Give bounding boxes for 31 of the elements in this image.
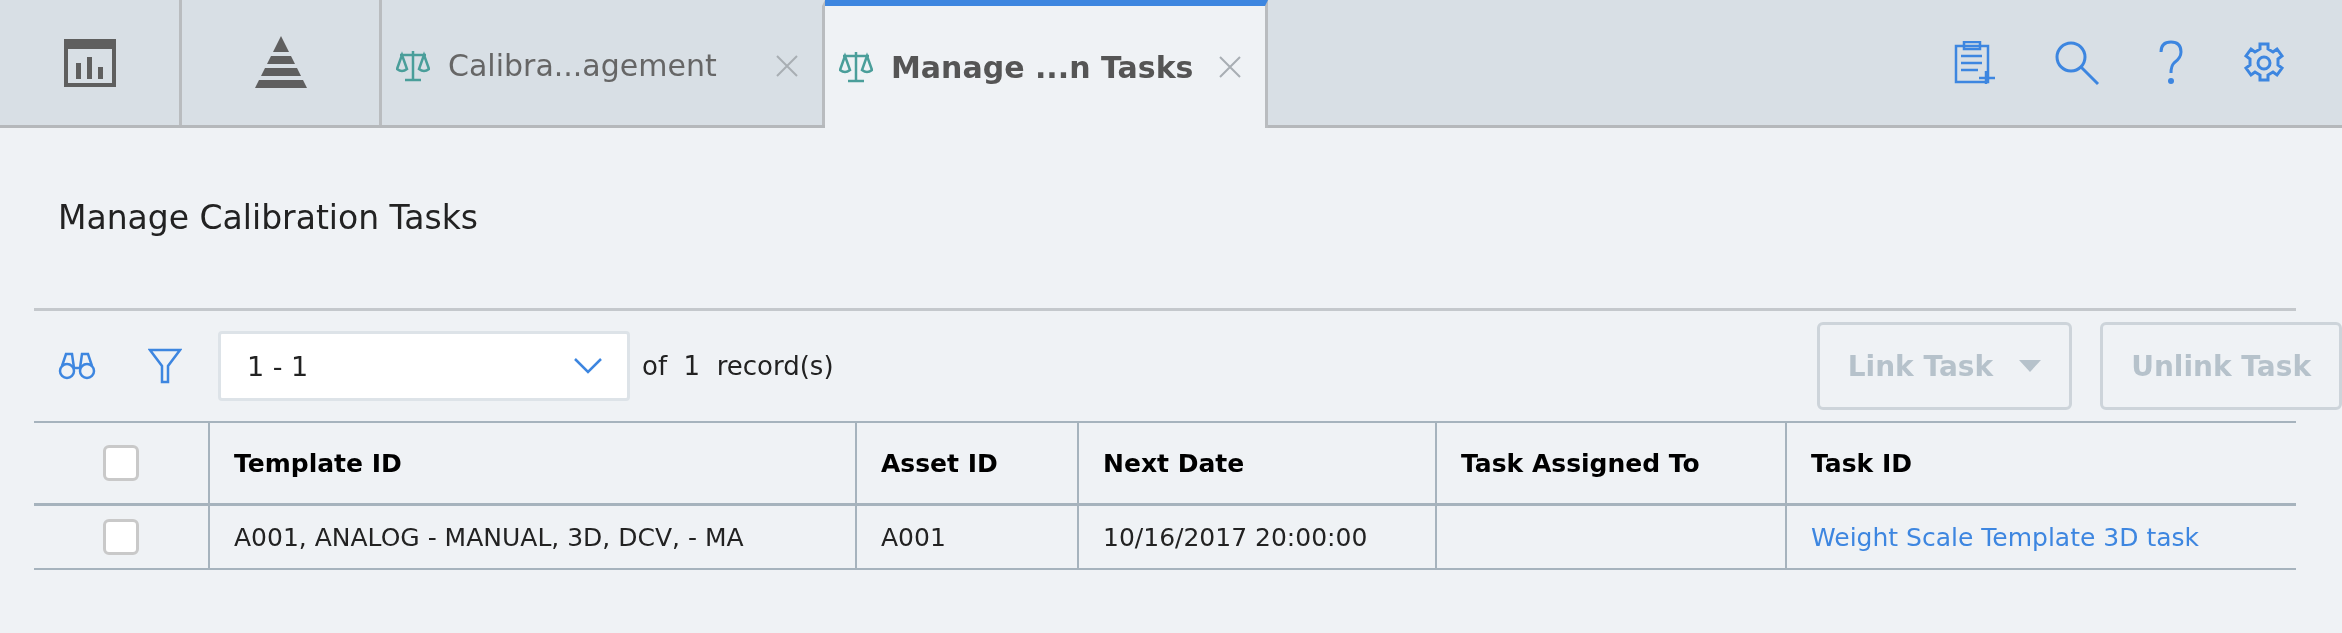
close-icon[interactable] (1219, 56, 1241, 78)
column-header[interactable]: Template ID (208, 423, 855, 503)
column-header[interactable]: Task ID (1785, 423, 2296, 503)
scales-icon (396, 48, 430, 83)
column-header[interactable]: Task Assigned To (1435, 423, 1785, 503)
filter-icon[interactable] (148, 348, 182, 384)
page-range-dropdown[interactable]: 1 - 1 (218, 331, 630, 401)
table-cell: 10/16/2017 20:00:00 (1077, 506, 1435, 568)
select-all-checkbox[interactable] (103, 445, 139, 481)
page-title: Manage Calibration Tasks (57, 197, 480, 239)
row-checkbox[interactable] (103, 519, 139, 555)
settings-icon[interactable] (2242, 40, 2286, 85)
column-header[interactable]: Asset ID (855, 423, 1077, 503)
chevron-down-icon (573, 357, 603, 375)
page-range-value: 1 - 1 (247, 350, 309, 382)
add-clipboard-icon[interactable] (1954, 40, 1996, 85)
tab-label: Manage ...n Tasks (891, 49, 1195, 85)
caret-icon (2019, 360, 2042, 372)
binoculars-icon[interactable] (58, 351, 96, 381)
close-icon[interactable] (776, 54, 798, 77)
record-count: of 1 record(s) (642, 351, 834, 381)
scales-icon (839, 50, 873, 84)
document-tab[interactable]: Manage ...n Tasks (825, 0, 1268, 128)
table-cell: A001 (855, 506, 1077, 568)
help-icon[interactable] (2158, 39, 2184, 86)
tab-label: Calibra...agement (448, 48, 718, 83)
pyramid-icon (252, 35, 309, 90)
report-icon (63, 38, 116, 87)
table-cell: A001, ANALOG - MANUAL, 3D, DCV, - MA (208, 506, 855, 568)
column-header[interactable]: Next Date (1077, 423, 1435, 503)
search-icon[interactable] (2054, 39, 2100, 86)
